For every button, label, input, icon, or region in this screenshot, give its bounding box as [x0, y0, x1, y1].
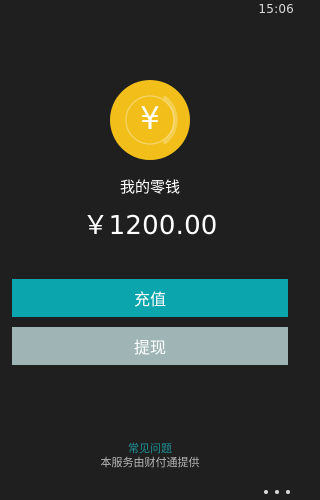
wallet-title: 我的零钱 [119, 178, 180, 196]
app-bar [0, 484, 300, 500]
status-time: 15:06 [258, 2, 294, 16]
provider-note: 本服务由财付通提供 [100, 456, 200, 469]
status-bar: 15:06 [0, 0, 300, 20]
recharge-button[interactable]: 充值 [12, 279, 288, 317]
more-dots-icon[interactable] [264, 486, 290, 498]
yuan-coin-icon: ¥ [110, 80, 190, 160]
more-dot-3 [286, 490, 290, 494]
more-dot-2 [275, 490, 279, 494]
wallet-balance-amount: ￥1200.00 [82, 211, 218, 241]
withdraw-button[interactable]: 提现 [12, 327, 288, 365]
more-dot-1 [264, 490, 268, 494]
svg-text:¥: ¥ [140, 101, 160, 137]
